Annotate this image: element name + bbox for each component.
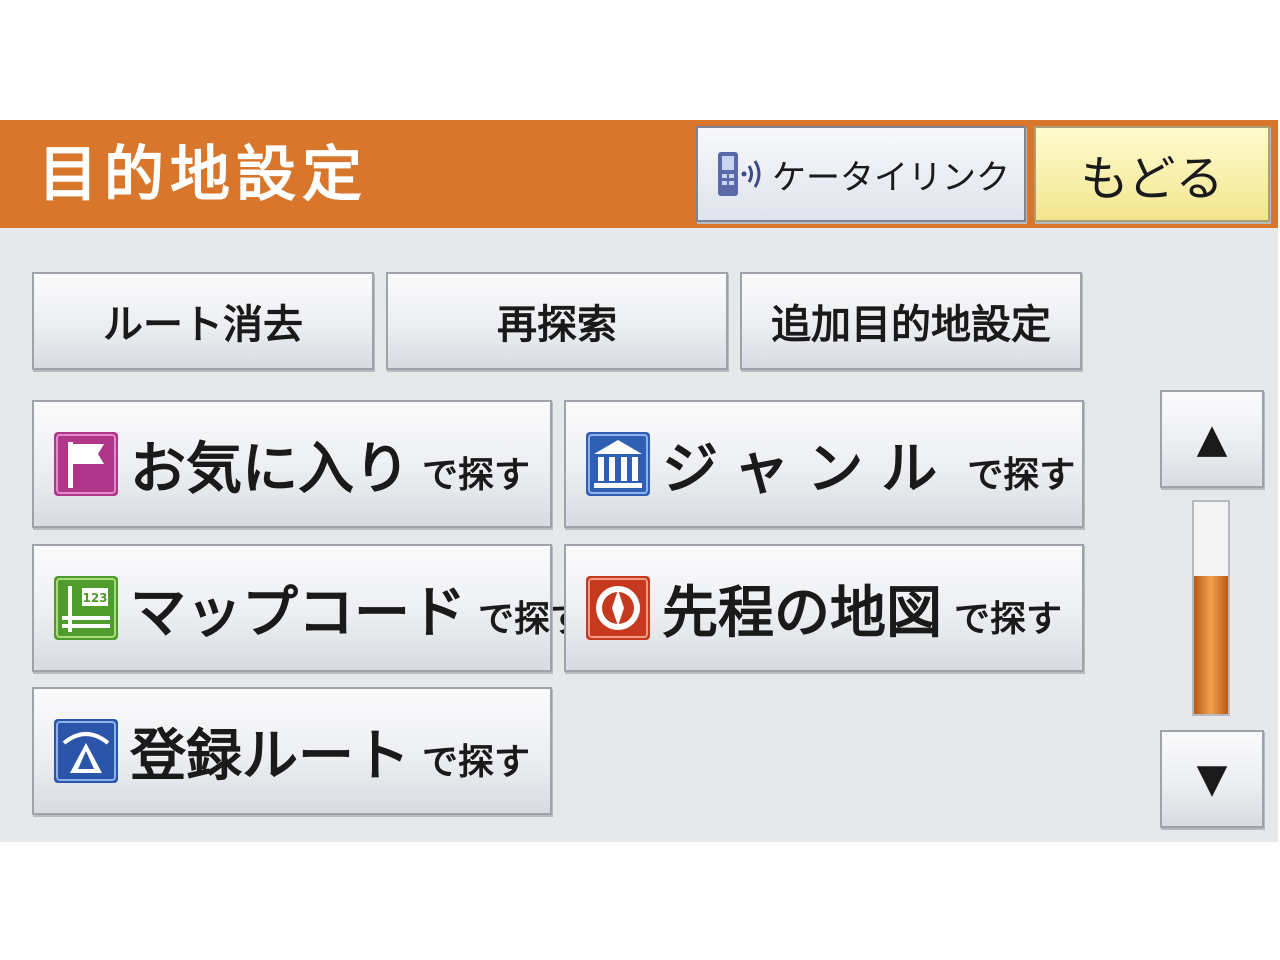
favorites-suffix: で探す [422, 455, 531, 496]
genre-label: ジャンル [662, 436, 956, 502]
scroll-position-indicator [1194, 576, 1228, 714]
registered-route-icon [54, 719, 118, 783]
search-genre-button[interactable]: ジャンル で探す [564, 400, 1084, 528]
back-label: もどる [1080, 151, 1224, 207]
registered-route-label: 登録ルート [130, 723, 410, 789]
down-arrow-icon: ▼ [1196, 756, 1228, 802]
back-button[interactable]: もどる [1034, 126, 1270, 222]
reroute-button[interactable]: 再探索 [386, 272, 728, 370]
scroll-up-button[interactable]: ▲ [1160, 390, 1264, 488]
reroute-label: 再探索 [497, 302, 617, 348]
scroll-track[interactable] [1192, 500, 1230, 716]
mapcode-icon: 123 [54, 576, 118, 640]
keitai-link-label: ケータイリンク [772, 157, 1010, 198]
search-favorites-button[interactable]: お気に入り で探す [32, 400, 552, 528]
page-title: 目的地設定 [38, 140, 368, 210]
previous-map-suffix: で探す [954, 599, 1063, 640]
scroll-down-button[interactable]: ▼ [1160, 730, 1264, 828]
previous-map-icon [586, 576, 650, 640]
previous-map-label: 先程の地図 [662, 580, 942, 646]
search-registered-route-button[interactable]: 登録ルート で探す [32, 687, 552, 815]
up-arrow-icon: ▲ [1196, 416, 1228, 462]
phone-signal-icon [718, 152, 761, 196]
genre-suffix: で探す [967, 455, 1076, 496]
clear-route-button[interactable]: ルート消去 [32, 272, 374, 370]
clear-route-label: ルート消去 [103, 302, 303, 348]
building-icon [586, 432, 650, 496]
destination-setting-screen: 目的地設定 ケータイリンク もどる ルート消去 再探索 追加目的地設定 お気に入… [0, 120, 1278, 842]
favorites-label: お気に入り [130, 436, 410, 502]
search-mapcode-button[interactable]: 123 マップコード で探す [32, 544, 586, 672]
add-destination-button[interactable]: 追加目的地設定 [740, 272, 1082, 370]
search-previous-map-button[interactable]: 先程の地図 で探す [564, 544, 1084, 672]
add-destination-label: 追加目的地設定 [771, 302, 1051, 348]
header-bar: 目的地設定 ケータイリンク もどる [0, 120, 1278, 228]
svg-text:123: 123 [82, 591, 107, 605]
registered-route-suffix: で探す [422, 742, 531, 783]
mapcode-label: マップコード [130, 580, 466, 646]
flag-icon [54, 432, 118, 496]
keitai-link-button[interactable]: ケータイリンク [696, 126, 1026, 222]
